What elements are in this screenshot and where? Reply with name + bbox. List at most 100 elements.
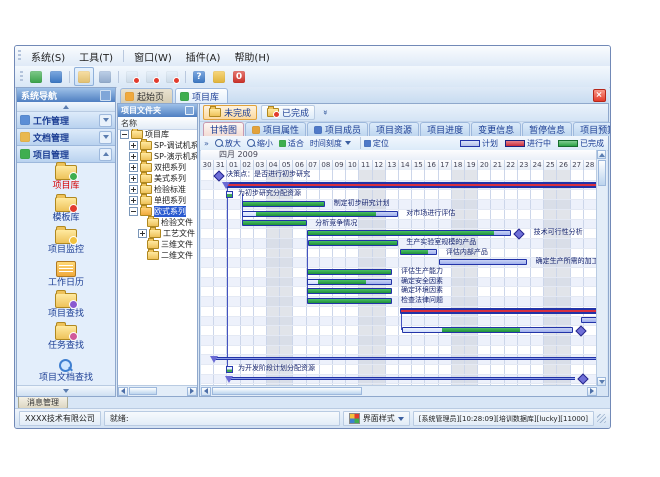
scroll-thumb[interactable] bbox=[212, 387, 362, 395]
chevron-down-icon[interactable] bbox=[99, 131, 112, 144]
tree-item[interactable]: 欧式系列 bbox=[118, 206, 197, 217]
summary-line[interactable] bbox=[214, 357, 597, 360]
view-tab[interactable]: 项目属性 bbox=[245, 122, 306, 136]
ui-style-selector[interactable]: 界面样式 bbox=[343, 411, 410, 426]
scroll-left-icon[interactable] bbox=[118, 387, 128, 396]
menu-grip[interactable] bbox=[18, 50, 21, 62]
sidebar-options-icon[interactable] bbox=[100, 90, 111, 101]
expand-icon[interactable] bbox=[129, 185, 138, 194]
filter-button[interactable]: 已完成 bbox=[261, 105, 315, 120]
sidebar-item[interactable]: 项目库 bbox=[17, 162, 115, 194]
close-tab-button[interactable] bbox=[593, 89, 606, 102]
chevron-down-icon[interactable] bbox=[99, 114, 112, 127]
expand-icon[interactable] bbox=[129, 152, 138, 161]
resource-task-icon[interactable] bbox=[226, 191, 233, 198]
folder-panel-icon-button[interactable] bbox=[74, 67, 94, 86]
expand-icon[interactable] bbox=[129, 141, 138, 150]
overflow-chevron-icon[interactable]: » bbox=[204, 139, 209, 148]
doc-tab[interactable]: 项目库 bbox=[175, 88, 228, 103]
locate-button[interactable]: 定位 bbox=[364, 138, 389, 149]
sidebar-item[interactable]: 工作日历 bbox=[17, 258, 115, 290]
doc-tab[interactable]: 起始页 bbox=[120, 88, 173, 103]
sidebar-item[interactable]: 任务查找 bbox=[17, 322, 115, 354]
summary-bar-active[interactable] bbox=[400, 308, 597, 314]
gantt-task-bar[interactable] bbox=[242, 201, 325, 207]
help-icon-button[interactable]: ? bbox=[190, 68, 208, 85]
gantt-task-bar[interactable] bbox=[307, 230, 512, 236]
window-layout-icon-button[interactable] bbox=[96, 68, 114, 85]
view-tab[interactable]: 项目成员 bbox=[307, 122, 368, 136]
summary-bar-active[interactable] bbox=[226, 182, 597, 188]
sidebar-group-collapsed[interactable]: 工作管理 bbox=[17, 112, 115, 129]
gantt-task-bar[interactable] bbox=[308, 240, 398, 246]
gantt-task-bar[interactable] bbox=[307, 288, 393, 294]
sidebar-item[interactable]: 项目文档查找 bbox=[17, 354, 115, 386]
tree-item[interactable]: 三维文件 bbox=[118, 239, 197, 250]
gantt-task-bar[interactable] bbox=[439, 259, 527, 265]
gantt-hscrollbar[interactable] bbox=[201, 385, 597, 396]
menu-item[interactable]: 系统(S) bbox=[24, 47, 72, 66]
collapse-icon[interactable] bbox=[120, 130, 129, 139]
resource-task-icon[interactable] bbox=[226, 366, 233, 373]
view-tab[interactable]: 变更信息 bbox=[471, 122, 521, 136]
gantt-task-bar[interactable] bbox=[400, 249, 437, 255]
view-tab[interactable]: 暂停信息 bbox=[522, 122, 572, 136]
tree-item[interactable]: 检验文件 bbox=[118, 217, 197, 228]
overflow-chevron-icon[interactable]: » bbox=[321, 110, 330, 115]
gantt-task-bar[interactable] bbox=[307, 298, 393, 304]
menu-item[interactable]: 窗口(W) bbox=[127, 47, 179, 66]
globe-icon-button[interactable] bbox=[47, 68, 65, 85]
sidebar-group-expanded[interactable]: 项目管理 bbox=[17, 146, 115, 163]
toolbar-grip[interactable] bbox=[20, 71, 23, 83]
gantt-task-bar[interactable] bbox=[581, 317, 597, 323]
gantt-task-bar[interactable] bbox=[402, 327, 574, 333]
tree-item[interactable]: 项目库 bbox=[118, 129, 197, 140]
tree-item[interactable]: 二维文件 bbox=[118, 250, 197, 261]
sidebar-group-collapsed[interactable]: 文档管理 bbox=[17, 129, 115, 146]
tree-hscrollbar[interactable] bbox=[118, 385, 197, 396]
summary-line[interactable] bbox=[229, 377, 575, 380]
sidebar-item[interactable]: 项目查找 bbox=[17, 290, 115, 322]
tree-item[interactable]: 美式系列 bbox=[118, 173, 197, 184]
view-tab[interactable]: 甘特图 bbox=[203, 122, 244, 136]
filter-button[interactable]: 未完成 bbox=[203, 105, 257, 120]
refresh-window-icon-button[interactable] bbox=[143, 68, 161, 85]
gantt-task-bar[interactable] bbox=[242, 211, 398, 217]
expand-icon[interactable] bbox=[129, 174, 138, 183]
chevron-up-icon[interactable] bbox=[99, 148, 112, 161]
gantt-task-bar[interactable] bbox=[307, 269, 393, 275]
gantt-task-bar[interactable] bbox=[307, 279, 393, 285]
scroll-thumb[interactable] bbox=[598, 160, 606, 186]
lock-icon-button[interactable] bbox=[210, 68, 228, 85]
sidebar-scroll-down[interactable] bbox=[17, 385, 115, 396]
new-window-icon-button[interactable] bbox=[123, 68, 141, 85]
collapse-icon[interactable] bbox=[129, 207, 138, 216]
sidebar-scroll-up[interactable] bbox=[17, 102, 115, 112]
sidebar-item[interactable]: 模板库 bbox=[17, 194, 115, 226]
scroll-right-icon[interactable] bbox=[187, 387, 197, 396]
gantt-task-bar[interactable] bbox=[242, 220, 307, 226]
view-tab[interactable]: 项目进度 bbox=[420, 122, 470, 136]
menu-item[interactable]: 工具(T) bbox=[72, 47, 120, 66]
zoom-out-button[interactable]: 缩小 bbox=[247, 138, 273, 149]
fit-button[interactable]: 适合 bbox=[279, 138, 304, 149]
pin-icon[interactable] bbox=[185, 106, 194, 115]
tree-item[interactable]: SP-演示机系 bbox=[118, 151, 197, 162]
gantt-vscrollbar[interactable] bbox=[596, 150, 607, 386]
close-window-icon-button[interactable] bbox=[163, 68, 181, 85]
expand-icon[interactable] bbox=[129, 196, 138, 205]
view-tab[interactable]: 项目资源 bbox=[369, 122, 419, 136]
zoom-in-button[interactable]: 放大 bbox=[215, 138, 241, 149]
scroll-up-icon[interactable] bbox=[597, 150, 606, 159]
expand-icon[interactable] bbox=[138, 229, 147, 238]
tree-item[interactable]: SP-调试机系 bbox=[118, 140, 197, 151]
scroll-right-icon[interactable] bbox=[587, 387, 597, 396]
sync-icon-button[interactable] bbox=[27, 68, 45, 85]
tree-item[interactable]: 单把系列 bbox=[118, 195, 197, 206]
power-icon-button[interactable]: 0 bbox=[230, 68, 248, 85]
tree-item[interactable]: 工艺文件 bbox=[118, 228, 197, 239]
menu-item[interactable]: 帮助(H) bbox=[227, 47, 276, 66]
sidebar-item[interactable]: 项目监控 bbox=[17, 226, 115, 258]
menu-item[interactable]: 插件(A) bbox=[179, 47, 228, 66]
timescale-button[interactable]: 时间刻度 bbox=[310, 138, 351, 149]
